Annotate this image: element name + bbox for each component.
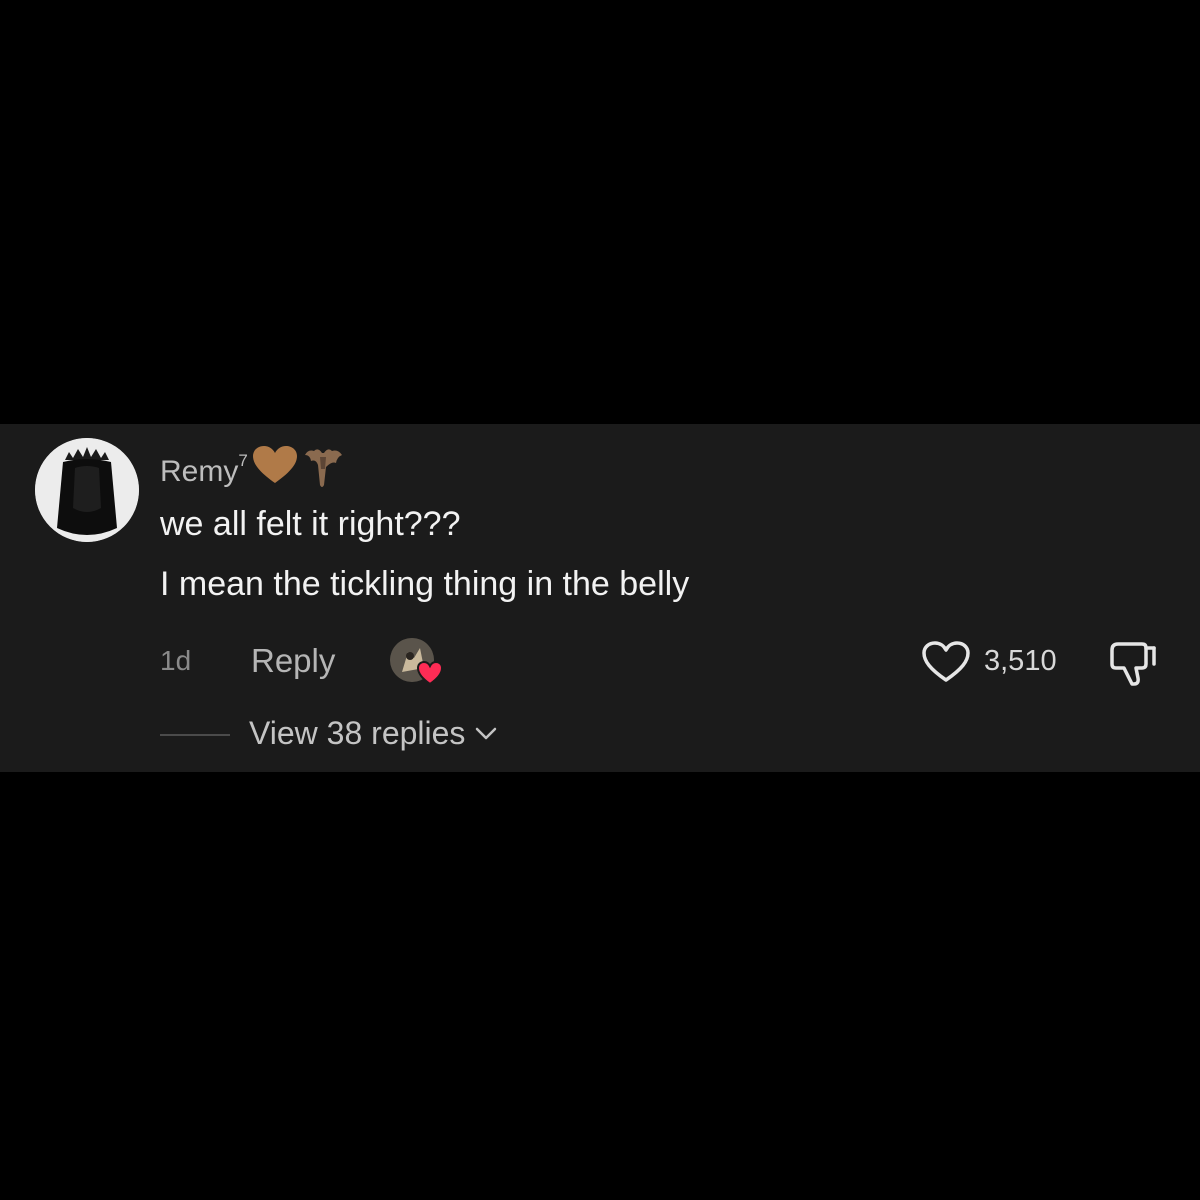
view-replies-label: View 38 replies <box>249 715 466 751</box>
comment-text-line: we all felt it right??? <box>160 505 461 543</box>
avatar[interactable] <box>35 438 139 542</box>
view-replies-button[interactable]: View 38 replies <box>249 710 497 756</box>
reply-button[interactable]: Reply <box>251 636 335 686</box>
replies-divider <box>160 734 230 736</box>
brown-heart-icon <box>252 445 298 490</box>
creator-liked-badge <box>390 638 446 688</box>
timestamp: 1d <box>160 645 192 676</box>
like-count: 3,510 <box>984 645 1057 677</box>
username[interactable]: Remy7 <box>160 440 248 497</box>
creator-heart-icon <box>416 660 444 691</box>
comment-text-line: I mean the tickling thing in the belly <box>160 565 690 603</box>
heart-icon[interactable] <box>921 640 971 689</box>
username-row: Remy7 <box>160 440 344 490</box>
thumbs-down-icon[interactable] <box>1108 638 1158 693</box>
bat-icon <box>302 445 344 494</box>
chevron-down-icon <box>475 727 497 746</box>
